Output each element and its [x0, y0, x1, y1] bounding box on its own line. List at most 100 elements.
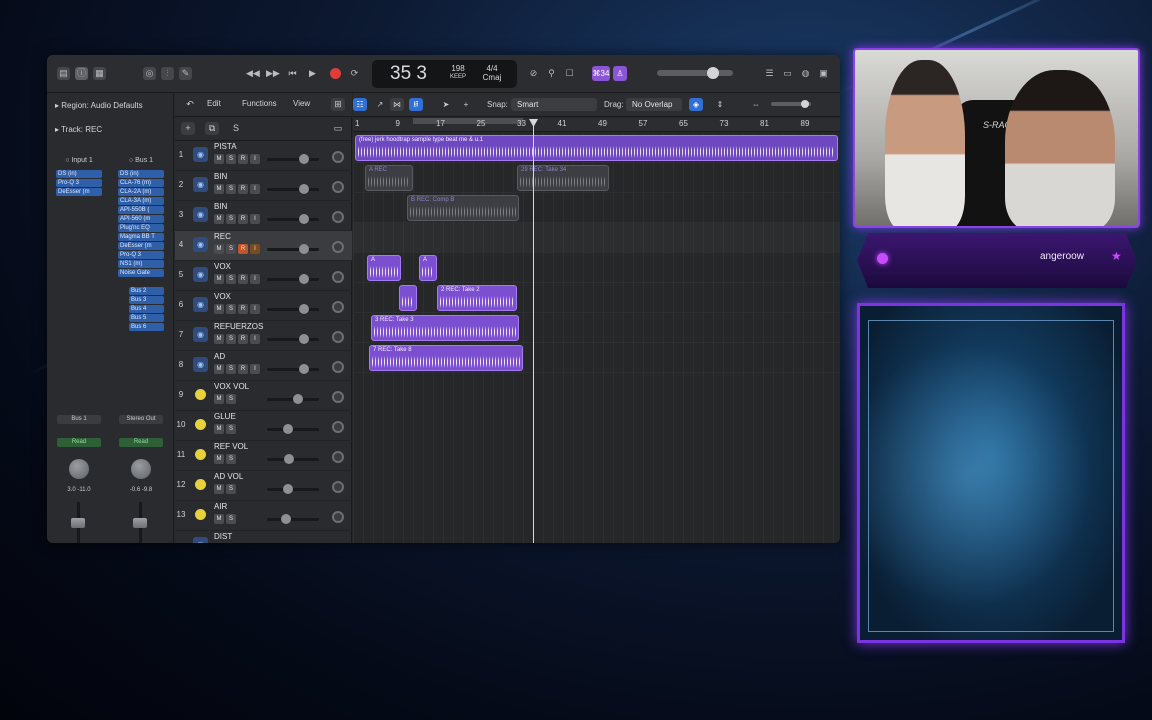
- solo-button[interactable]: S: [226, 214, 236, 224]
- volume-slider-knob[interactable]: [299, 274, 310, 284]
- track-header-1[interactable]: 1 ◉ PISTA M S R I: [175, 141, 352, 171]
- input-monitor-button[interactable]: I: [250, 334, 260, 344]
- automation-icon[interactable]: ↗: [373, 98, 387, 111]
- track-name[interactable]: VOX VOL: [214, 382, 249, 391]
- mixer-icon[interactable]: ⫶: [161, 67, 174, 80]
- volume-slider[interactable]: [267, 274, 319, 284]
- tool-icon[interactable]: ⭿: [409, 98, 423, 111]
- record-enable-button[interactable]: R: [238, 274, 248, 284]
- bar-ruler[interactable]: 1 9 17 25 33 41 49 57 65 73 81 89: [353, 118, 840, 132]
- track-name[interactable]: VOX: [214, 262, 231, 271]
- record-enable-button[interactable]: R: [238, 304, 248, 314]
- catch-icon[interactable]: ☷: [353, 98, 367, 111]
- solo-icon[interactable]: ☐: [563, 67, 576, 80]
- pan-knob[interactable]: [332, 511, 344, 523]
- solo-button[interactable]: S: [226, 394, 236, 404]
- functions-menu[interactable]: Functions: [242, 99, 277, 108]
- mute-button[interactable]: M: [214, 334, 224, 344]
- volume-slider[interactable]: [267, 394, 319, 404]
- record-enable-button[interactable]: R: [238, 214, 248, 224]
- view-menu[interactable]: View: [293, 99, 310, 108]
- volume-fader[interactable]: [71, 502, 87, 543]
- input-monitor-button[interactable]: I: [250, 304, 260, 314]
- output-slot[interactable]: Stereo Out: [119, 415, 163, 424]
- region-refuerzos[interactable]: 3 REC: Take 3: [371, 315, 519, 341]
- solo-button[interactable]: S: [226, 244, 236, 254]
- mute-button[interactable]: M: [214, 424, 224, 434]
- volume-slider-knob[interactable]: [299, 184, 310, 194]
- volume-slider[interactable]: [267, 454, 319, 464]
- region-ad[interactable]: 7 REC: Take 8: [369, 345, 523, 371]
- solo-button[interactable]: S: [226, 154, 236, 164]
- pan-knob[interactable]: [332, 301, 344, 313]
- input-monitor-button[interactable]: I: [250, 214, 260, 224]
- pan-knob[interactable]: [332, 331, 344, 343]
- mute-button[interactable]: M: [214, 154, 224, 164]
- track-header-11[interactable]: 11 REF VOL M S: [175, 441, 352, 471]
- pan-knob[interactable]: [332, 481, 344, 493]
- plugin-slot[interactable]: CLA-2A (m): [118, 188, 164, 196]
- solo-button[interactable]: S: [226, 274, 236, 284]
- editors-icon[interactable]: ✎: [179, 67, 192, 80]
- plugin-slot[interactable]: DeEsser (m: [118, 242, 164, 250]
- library-icon[interactable]: ▤: [57, 67, 70, 80]
- region-vox-1b[interactable]: A: [419, 255, 437, 281]
- record-enable-button[interactable]: R: [238, 244, 248, 254]
- smart-controls-icon[interactable]: ◎: [143, 67, 156, 80]
- volume-slider-knob[interactable]: [293, 394, 303, 404]
- track-name[interactable]: REC: [214, 232, 231, 241]
- region-vox-2a[interactable]: [399, 285, 417, 311]
- volume-slider[interactable]: [267, 484, 319, 494]
- input-monitor-button[interactable]: I: [250, 154, 260, 164]
- solo-button[interactable]: S: [226, 334, 236, 344]
- track-header-6[interactable]: 6 ◉ VOX M S R I: [175, 291, 352, 321]
- volume-slider-knob[interactable]: [299, 244, 310, 254]
- notepad-icon[interactable]: ▭: [781, 67, 794, 80]
- solo-button[interactable]: S: [226, 484, 236, 494]
- plugin-slot[interactable]: Magma BB T: [118, 233, 164, 241]
- mute-button[interactable]: M: [214, 214, 224, 224]
- pan-knob[interactable]: [332, 241, 344, 253]
- solo-button[interactable]: S: [226, 364, 236, 374]
- grid-icon[interactable]: ⊞: [331, 98, 345, 111]
- mute-button[interactable]: M: [214, 514, 224, 524]
- region-bin-1[interactable]: A REC: [365, 165, 413, 191]
- track-name[interactable]: VOX: [214, 292, 231, 301]
- volume-slider-knob[interactable]: [282, 424, 293, 434]
- back-icon[interactable]: ↶: [183, 98, 197, 111]
- region-header[interactable]: ▸ Region: Audio Defaults: [55, 101, 143, 110]
- waveform-zoom-icon[interactable]: ◈: [689, 98, 703, 111]
- plugin-slot[interactable]: Pro-Q 3: [118, 251, 164, 259]
- plugin-slot[interactable]: DS (in): [118, 170, 164, 178]
- plugin-slot[interactable]: NS1 (m): [118, 260, 164, 268]
- volume-slider-knob[interactable]: [282, 484, 293, 494]
- volume-fader[interactable]: [133, 502, 149, 543]
- pan-knob[interactable]: [332, 451, 344, 463]
- track-options-icon[interactable]: ▭: [331, 122, 345, 135]
- flex-icon[interactable]: ⋈: [390, 98, 404, 111]
- tuner-icon[interactable]: ⚲: [545, 67, 558, 80]
- track-header-8[interactable]: 8 ◉ AD M S R I: [175, 351, 352, 381]
- cycle-range[interactable]: [413, 118, 523, 124]
- output-slot[interactable]: Bus 1: [57, 415, 101, 424]
- track-header-14[interactable]: ◉ DIST: [175, 531, 352, 543]
- pan-knob[interactable]: [332, 181, 344, 193]
- volume-slider[interactable]: [267, 304, 319, 314]
- list-editors-icon[interactable]: ☰: [763, 67, 776, 80]
- track-header-10[interactable]: 10 GLUE M S: [175, 411, 352, 441]
- solo-button[interactable]: S: [226, 454, 236, 464]
- region-vox-2b[interactable]: 2 REC: Take 2: [437, 285, 517, 311]
- browser-icon[interactable]: ▣: [817, 67, 830, 80]
- lcd-display[interactable]: 35 3 198 KEEP 4/4 Cmaj: [372, 60, 517, 88]
- track-name[interactable]: BIN: [214, 172, 227, 181]
- mute-button[interactable]: M: [214, 484, 224, 494]
- volume-slider-knob[interactable]: [280, 514, 291, 524]
- send-slot[interactable]: Bus 6: [129, 323, 164, 331]
- track-name[interactable]: DIST: [214, 532, 232, 541]
- track-header-2[interactable]: 2 ◉ BIN M S R I: [175, 171, 352, 201]
- plugin-slot[interactable]: API-550B (: [118, 206, 164, 214]
- go-to-start-icon[interactable]: ⏮: [286, 67, 299, 80]
- mute-button[interactable]: M: [214, 244, 224, 254]
- volume-slider[interactable]: [267, 364, 319, 374]
- volume-slider-knob[interactable]: [299, 304, 310, 314]
